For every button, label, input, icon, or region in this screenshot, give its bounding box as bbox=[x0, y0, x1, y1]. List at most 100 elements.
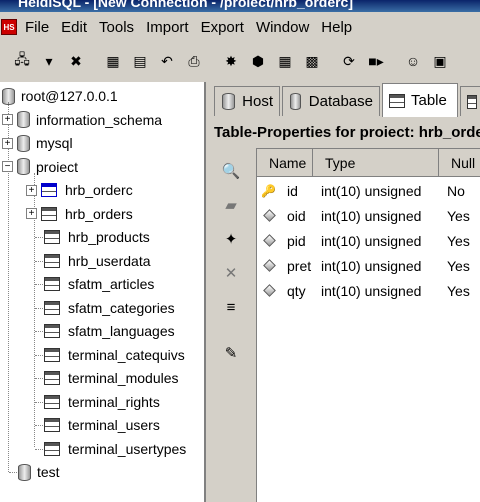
tree-database-test[interactable]: test bbox=[18, 461, 60, 483]
tree-connector bbox=[9, 472, 17, 473]
table-row[interactable]: pid int(10) unsigned Yes bbox=[257, 229, 480, 254]
expand-toggle-icon[interactable]: + bbox=[26, 208, 37, 219]
create-table-icon[interactable]: ▦ bbox=[275, 51, 295, 71]
tree-table-terminal_rights[interactable]: terminal_rights bbox=[44, 391, 160, 413]
dropdown-arrow-icon[interactable]: ▾ bbox=[39, 51, 59, 71]
tree-table-terminal_catequivs[interactable]: terminal_catequivs bbox=[44, 344, 185, 366]
tree-database-information_schema[interactable]: + information_schema bbox=[2, 109, 162, 131]
database-icon bbox=[17, 158, 30, 175]
table-row[interactable]: qty int(10) unsigned Yes bbox=[257, 279, 480, 304]
tree-root[interactable]: root@127.0.0.1 bbox=[2, 85, 118, 107]
field-name: qty bbox=[287, 283, 306, 299]
execute-icon[interactable]: ■▸ bbox=[366, 51, 386, 71]
disconnect-icon[interactable]: ✖ bbox=[66, 51, 86, 71]
undo-icon[interactable]: ↶ bbox=[157, 51, 177, 71]
table-row[interactable]: 🔑 id int(10) unsigned No bbox=[257, 179, 480, 204]
menu-help[interactable]: Help bbox=[319, 19, 360, 36]
database-icon bbox=[18, 463, 31, 481]
drop-database-icon[interactable]: ⬢ bbox=[248, 51, 268, 71]
expand-toggle-icon[interactable]: + bbox=[26, 184, 37, 196]
field-null: Yes bbox=[447, 233, 470, 249]
index-icon[interactable]: ≡ bbox=[220, 296, 242, 318]
print-icon[interactable]: ⎙ bbox=[184, 51, 204, 71]
tree-table-terminal_users[interactable]: terminal_users bbox=[44, 414, 160, 436]
title-bar: HeidiSQL - [New Connection - /proiect/hr… bbox=[0, 0, 480, 12]
menu-file[interactable]: File bbox=[23, 19, 57, 36]
table-row[interactable]: oid int(10) unsigned Yes bbox=[257, 204, 480, 229]
tab-host[interactable]: Host bbox=[214, 86, 280, 116]
database-tree[interactable]: root@127.0.0.1 + information_schema + mysql… bbox=[0, 82, 206, 502]
view-data-icon[interactable]: 🔍 bbox=[220, 160, 242, 182]
menu-import[interactable]: Import bbox=[144, 19, 197, 36]
sql-edit-icon[interactable]: ✎ bbox=[220, 342, 242, 364]
tree-table-sfatm_categories[interactable]: sfatm_categories bbox=[44, 297, 175, 319]
field-null: Yes bbox=[447, 208, 470, 224]
tree-table-sfatm_languages[interactable]: sfatm_languages bbox=[44, 320, 175, 342]
expand-toggle-icon[interactable]: − bbox=[2, 161, 13, 172]
table-icon bbox=[44, 300, 60, 315]
tab-database[interactable]: Database bbox=[282, 86, 380, 116]
window-title: HeidiSQL - [New Connection - /proiect/hr… bbox=[18, 0, 353, 10]
database-icon bbox=[17, 134, 30, 152]
fields-grid[interactable]: Name Type Null 🔑 id int(10) unsigned No oid i… bbox=[256, 148, 480, 502]
tree-database-label: test bbox=[37, 464, 60, 480]
tree-table-label: hrb_orders bbox=[65, 205, 133, 222]
field-name: pid bbox=[287, 233, 306, 249]
tree-database-label: proiect bbox=[36, 158, 79, 175]
tab-table[interactable]: Table bbox=[382, 83, 458, 117]
copy-icon[interactable]: ▦ bbox=[103, 51, 123, 71]
menu-edit[interactable]: Edit bbox=[59, 19, 95, 36]
app-icon[interactable]: HS bbox=[1, 19, 17, 35]
database-icon bbox=[17, 111, 30, 128]
tree-table-terminal_modules[interactable]: terminal_modules bbox=[44, 367, 179, 389]
table-icon bbox=[44, 277, 60, 291]
user-manager-icon[interactable]: ☺ bbox=[403, 51, 423, 71]
field-type: int(10) unsigned bbox=[321, 233, 422, 249]
column-header-null[interactable]: Null bbox=[439, 149, 480, 177]
table-properties-title: Table-Properties for proiect: hrb_orderc bbox=[214, 124, 480, 141]
database-icon bbox=[289, 93, 303, 110]
tree-table-hrb_orderc[interactable]: + hrb_orderc bbox=[26, 179, 133, 201]
tree-database-label: mysql bbox=[36, 135, 73, 151]
tree-database-proiect[interactable]: − proiect bbox=[2, 156, 78, 178]
column-header-name[interactable]: Name bbox=[257, 149, 313, 177]
tree-table-hrb_userdata[interactable]: hrb_userdata bbox=[44, 250, 151, 272]
table-icon bbox=[44, 441, 60, 456]
table-icon bbox=[44, 230, 60, 244]
tree-table-label: terminal_modules bbox=[68, 370, 179, 386]
tree-table-label: hrb_products bbox=[68, 229, 150, 245]
tab-table-label: Table bbox=[411, 92, 447, 109]
drop-table-icon[interactable]: ▩ bbox=[302, 51, 322, 71]
drop-field-icon[interactable]: ✕ bbox=[220, 262, 242, 284]
connect-icon[interactable]: 🖧 bbox=[12, 51, 32, 71]
tree-database-mysql[interactable]: + mysql bbox=[2, 132, 73, 154]
primary-key-icon: 🔑 bbox=[261, 184, 276, 198]
table-icon bbox=[41, 206, 57, 221]
tree-table-hrb_products[interactable]: hrb_products bbox=[44, 226, 150, 248]
menu-export[interactable]: Export bbox=[199, 19, 252, 36]
menu-tools[interactable]: Tools bbox=[97, 19, 142, 36]
tree-connector bbox=[35, 401, 43, 403]
table-row[interactable]: pret int(10) unsigned Yes bbox=[257, 254, 480, 279]
field-type: int(10) unsigned bbox=[321, 208, 422, 224]
tree-table-sfatm_articles[interactable]: sfatm_articles bbox=[44, 273, 154, 295]
field-null: Yes bbox=[447, 283, 470, 299]
preferences-icon[interactable]: ▣ bbox=[430, 51, 450, 71]
menu-window[interactable]: Window bbox=[254, 19, 317, 36]
refresh-icon[interactable]: ⟳ bbox=[339, 51, 359, 71]
column-header-type[interactable]: Type bbox=[313, 149, 439, 177]
table-icon bbox=[44, 347, 60, 362]
tree-table-hrb_orders[interactable]: + hrb_orders bbox=[26, 203, 133, 225]
paste-icon[interactable]: ▤ bbox=[130, 51, 150, 71]
create-database-icon[interactable]: ✸ bbox=[221, 51, 241, 71]
add-field-icon[interactable]: ✦ bbox=[220, 228, 242, 250]
expand-toggle-icon[interactable]: + bbox=[2, 137, 13, 149]
tab-more[interactable] bbox=[460, 86, 480, 116]
tree-connector bbox=[35, 354, 43, 356]
tree-table-terminal_usertypes[interactable]: terminal_usertypes bbox=[44, 438, 186, 460]
table-icon bbox=[41, 183, 57, 197]
table-icon bbox=[44, 324, 60, 338]
field-icon bbox=[263, 234, 276, 247]
edit-field-icon[interactable]: ▰ bbox=[220, 194, 242, 216]
expand-toggle-icon[interactable]: + bbox=[2, 114, 13, 125]
